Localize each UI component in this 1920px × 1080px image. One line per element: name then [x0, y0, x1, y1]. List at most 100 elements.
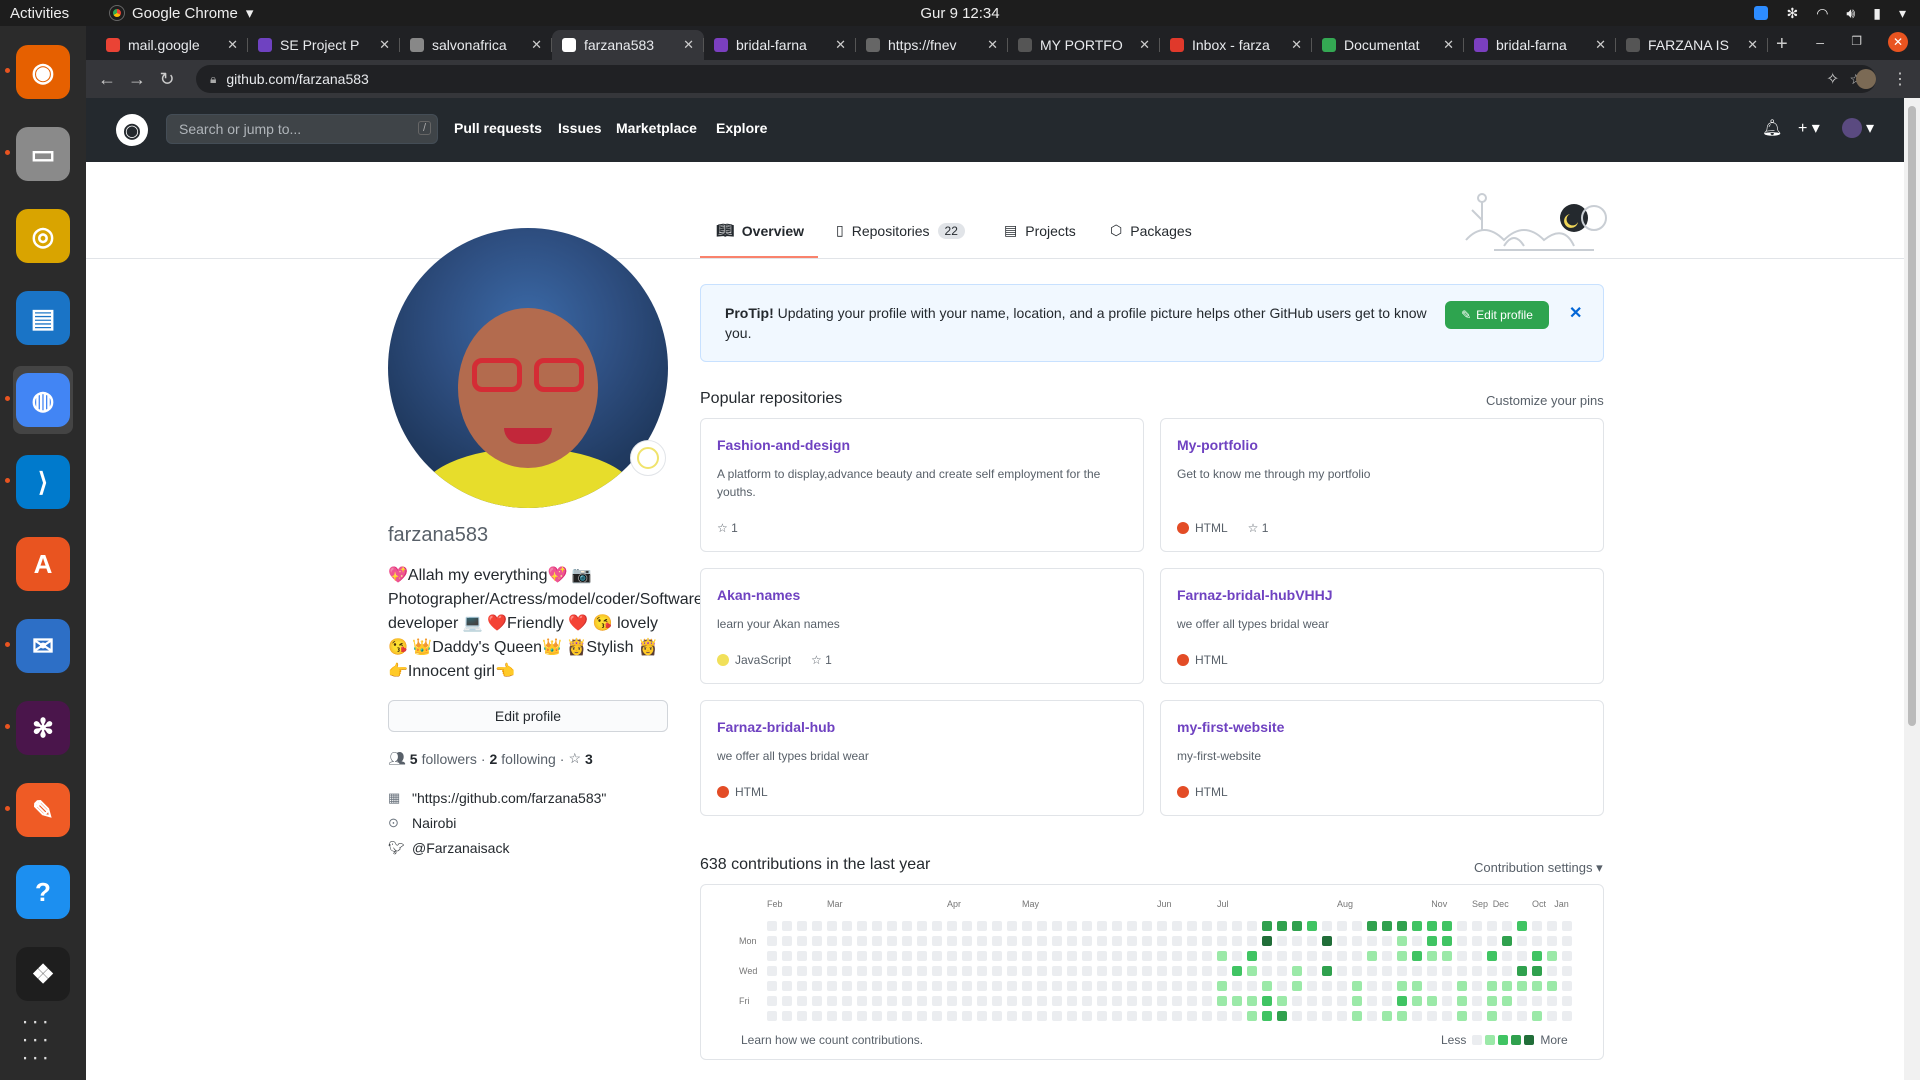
contribution-day-cell[interactable] — [977, 936, 987, 946]
contribution-day-cell[interactable] — [1247, 1011, 1257, 1021]
contribution-day-cell[interactable] — [1457, 996, 1467, 1006]
contribution-day-cell[interactable] — [1457, 921, 1467, 931]
contribution-day-cell[interactable] — [947, 996, 957, 1006]
contribution-day-cell[interactable] — [1217, 996, 1227, 1006]
contribution-day-cell[interactable] — [977, 1011, 987, 1021]
contribution-day-cell[interactable] — [1457, 951, 1467, 961]
contribution-day-cell[interactable] — [1157, 981, 1167, 991]
contribution-day-cell[interactable] — [1247, 996, 1257, 1006]
contribution-day-cell[interactable] — [992, 996, 1002, 1006]
contribution-day-cell[interactable] — [1172, 1011, 1182, 1021]
contribution-day-cell[interactable] — [1457, 966, 1467, 976]
contribution-day-cell[interactable] — [1082, 996, 1092, 1006]
contribution-day-cell[interactable] — [857, 981, 867, 991]
contribution-day-cell[interactable] — [1292, 936, 1302, 946]
contribution-day-cell[interactable] — [797, 966, 807, 976]
contribution-day-cell[interactable] — [1397, 951, 1407, 961]
contribution-day-cell[interactable] — [1427, 981, 1437, 991]
repo-name-link[interactable]: Farnaz-bridal-hub — [717, 719, 835, 735]
contribution-day-cell[interactable] — [842, 966, 852, 976]
contribution-day-cell[interactable] — [1052, 936, 1062, 946]
contribution-day-cell[interactable] — [1502, 921, 1512, 931]
contribution-day-cell[interactable] — [1007, 981, 1017, 991]
contribution-day-cell[interactable] — [1187, 996, 1197, 1006]
slack-tray-icon[interactable]: ✻ — [1786, 5, 1798, 22]
dock-files[interactable]: ▭ — [5, 120, 73, 188]
contribution-day-cell[interactable] — [1457, 1011, 1467, 1021]
contribution-day-cell[interactable] — [1277, 951, 1287, 961]
contribution-day-cell[interactable] — [1562, 936, 1572, 946]
contribution-day-cell[interactable] — [1097, 921, 1107, 931]
wifi-icon[interactable]: ◠ — [1816, 5, 1828, 22]
status-emoji-button[interactable] — [630, 440, 666, 476]
contribution-day-cell[interactable] — [1367, 981, 1377, 991]
dock-chrome[interactable]: ◍ — [5, 366, 73, 434]
contribution-day-cell[interactable] — [902, 921, 912, 931]
contribution-day-cell[interactable] — [1292, 951, 1302, 961]
contribution-day-cell[interactable] — [1142, 951, 1152, 961]
contribution-day-cell[interactable] — [1397, 966, 1407, 976]
contribution-day-cell[interactable] — [1412, 981, 1422, 991]
contribution-day-cell[interactable] — [932, 951, 942, 961]
dock-libreoffice-writer[interactable]: ▤ — [13, 284, 73, 352]
contribution-day-cell[interactable] — [1157, 951, 1167, 961]
contribution-day-cell[interactable] — [947, 1011, 957, 1021]
contribution-day-cell[interactable] — [842, 921, 852, 931]
contribution-day-cell[interactable] — [1427, 921, 1437, 931]
repo-stars-link[interactable]: ☆ 1 — [1248, 521, 1269, 535]
contribution-day-cell[interactable] — [902, 966, 912, 976]
close-tab-icon[interactable]: ✕ — [531, 37, 542, 53]
contribution-day-cell[interactable] — [797, 981, 807, 991]
learn-contributions-link[interactable]: Learn how we count contributions. — [741, 1033, 923, 1047]
contribution-day-cell[interactable] — [1187, 921, 1197, 931]
contribution-day-cell[interactable] — [947, 981, 957, 991]
contribution-day-cell[interactable] — [1052, 981, 1062, 991]
contribution-day-cell[interactable] — [1352, 936, 1362, 946]
nav-marketplace[interactable]: Marketplace — [616, 120, 697, 136]
contribution-day-cell[interactable] — [1067, 1011, 1077, 1021]
contribution-day-cell[interactable] — [1097, 996, 1107, 1006]
contribution-day-cell[interactable] — [1292, 1011, 1302, 1021]
contribution-day-cell[interactable] — [902, 951, 912, 961]
followers-link[interactable]: followers — [422, 751, 477, 767]
contribution-day-cell[interactable] — [1157, 966, 1167, 976]
contribution-day-cell[interactable] — [992, 966, 1002, 976]
contribution-day-cell[interactable] — [827, 981, 837, 991]
contribution-day-cell[interactable] — [1127, 921, 1137, 931]
contribution-day-cell[interactable] — [767, 966, 777, 976]
repo-name-link[interactable]: my-first-website — [1177, 719, 1284, 735]
contribution-day-cell[interactable] — [1307, 981, 1317, 991]
contribution-day-cell[interactable] — [1022, 996, 1032, 1006]
close-window-button[interactable]: ✕ — [1888, 32, 1908, 52]
contribution-day-cell[interactable] — [917, 981, 927, 991]
contribution-day-cell[interactable] — [1382, 981, 1392, 991]
contribution-day-cell[interactable] — [1037, 951, 1047, 961]
contribution-day-cell[interactable] — [1142, 966, 1152, 976]
contribution-day-cell[interactable] — [1022, 981, 1032, 991]
contribution-day-cell[interactable] — [1097, 951, 1107, 961]
contribution-day-cell[interactable] — [1352, 981, 1362, 991]
contribution-day-cell[interactable] — [947, 921, 957, 931]
contribution-day-cell[interactable] — [1262, 981, 1272, 991]
dock-rhythmbox[interactable]: ◎ — [13, 202, 73, 270]
dock-ubuntu-software[interactable]: A — [13, 530, 73, 598]
contribution-day-cell[interactable] — [1397, 936, 1407, 946]
contribution-day-cell[interactable] — [1097, 1011, 1107, 1021]
contribution-day-cell[interactable] — [977, 981, 987, 991]
contribution-day-cell[interactable] — [1487, 1011, 1497, 1021]
contribution-day-cell[interactable] — [1277, 996, 1287, 1006]
contribution-day-cell[interactable] — [1142, 936, 1152, 946]
contribution-day-cell[interactable] — [917, 921, 927, 931]
contribution-day-cell[interactable] — [1112, 1011, 1122, 1021]
contribution-day-cell[interactable] — [1352, 1011, 1362, 1021]
contribution-day-cell[interactable] — [1202, 951, 1212, 961]
lock-icon[interactable]: 🔒︎ — [210, 72, 216, 87]
contribution-day-cell[interactable] — [1037, 966, 1047, 976]
contribution-day-cell[interactable] — [902, 1011, 912, 1021]
contribution-day-cell[interactable] — [1142, 1011, 1152, 1021]
battery-icon[interactable]: ▮ — [1873, 5, 1881, 22]
user-menu-avatar[interactable]: ▾ — [1842, 118, 1874, 138]
contribution-day-cell[interactable] — [842, 996, 852, 1006]
contribution-day-cell[interactable] — [1127, 1011, 1137, 1021]
repo-stars-link[interactable]: ☆ 1 — [717, 521, 738, 535]
